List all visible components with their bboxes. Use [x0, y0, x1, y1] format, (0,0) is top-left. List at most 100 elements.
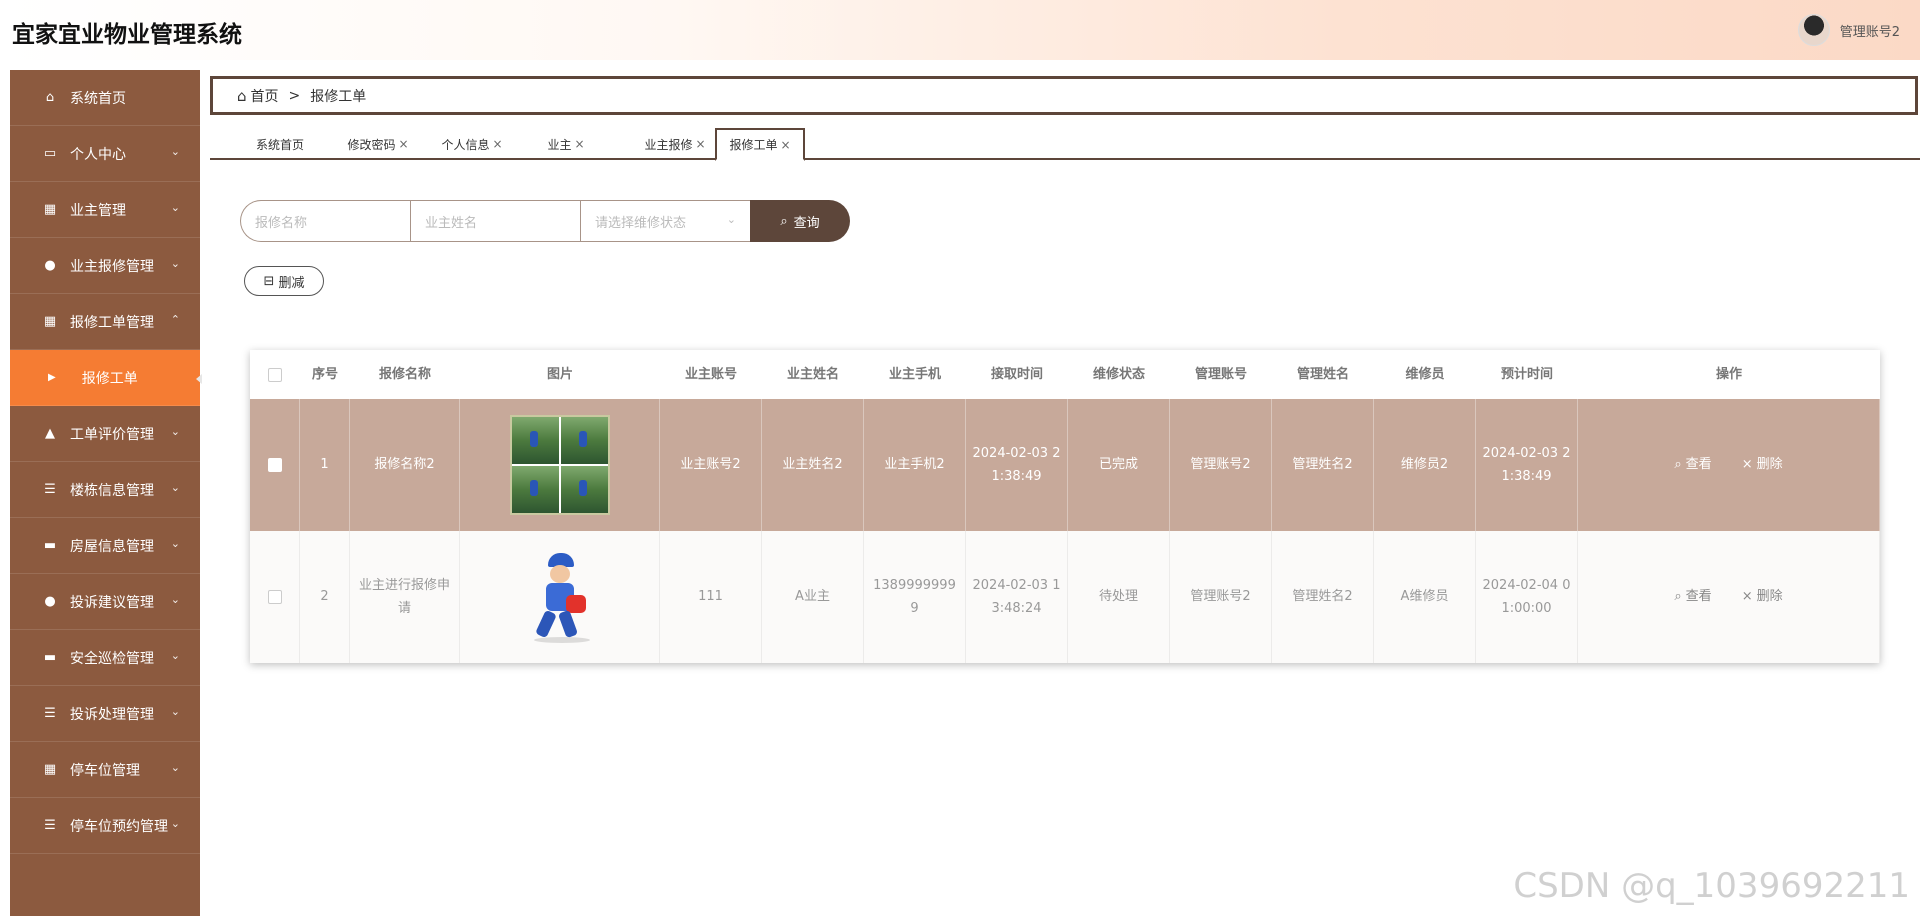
sidebar-item-7[interactable]: ☰ 楼栋信息管理 ⌄ [10, 462, 200, 518]
search-icon: ⌕ [1674, 457, 1682, 473]
close-icon[interactable]: × [574, 137, 584, 151]
cell-admin-account: 管理账号2 [1170, 531, 1272, 663]
sidebar-item-10[interactable]: ▬ 安全巡检管理 ⌄ [10, 630, 200, 686]
search-icon: ⌕ [1674, 589, 1682, 605]
cell-index: 1 [300, 399, 350, 531]
user-icon: ● [44, 594, 56, 609]
cell-status: 已完成 [1068, 399, 1170, 531]
cell-accept-time: 2024-02-03 21:38:49 [966, 399, 1068, 531]
chevron-down-icon: ⌄ [170, 537, 180, 550]
sliders-icon: ☰ [44, 706, 56, 721]
sidebar-item-5[interactable]: ▶ 报修工单 [10, 350, 202, 406]
tab-label[interactable]: 报修工单 [729, 136, 777, 153]
repair-name-input[interactable]: 报修名称 [240, 200, 410, 242]
cell-name: 业主进行报修申请 [350, 531, 460, 663]
sidebar-item-4[interactable]: ▦ 报修工单管理 ⌃ [10, 294, 200, 350]
chevron-down-icon: ⌄ [170, 593, 180, 606]
row-checkbox[interactable] [267, 590, 282, 604]
monitor-icon: ▬ [43, 650, 57, 665]
sidebar-item-8[interactable]: ▬ 房屋信息管理 ⌄ [10, 518, 200, 574]
tab-label[interactable]: 业主报修 [644, 136, 692, 153]
tab-bar: 系统首页 修改密码 × 个人信息 × 业主 × 业主报修 × 报修工单 × [210, 128, 1920, 161]
active-indicator [196, 374, 202, 384]
chevron-down-icon: ⌄ [170, 481, 180, 494]
table-row[interactable]: 1 报修名称2 业主账号2 业主姓名2 业主手机2 2024-02-03 21:38:49… [250, 399, 1880, 531]
top-header: 宜家宜业物业管理系统 管理账号2 [0, 0, 1920, 60]
sidebar-item-2[interactable]: ▦ 业主管理 ⌄ [10, 182, 200, 238]
sidebar-item-label: 系统首页 [70, 90, 126, 107]
batch-delete-button[interactable]: ⊟ 删减 [244, 266, 324, 296]
checkbox-cell [250, 399, 300, 531]
ticket-icon: ▬ [43, 538, 57, 553]
tab-label[interactable]: 业主 [547, 136, 571, 153]
tab-label[interactable]: 修改密码 [347, 136, 395, 153]
sidebar-item-label: 工单评价管理 [70, 426, 154, 443]
sidebar-item-9[interactable]: ● 投诉建议管理 ⌄ [10, 574, 200, 630]
row-checkbox[interactable] [267, 458, 282, 472]
table-row[interactable]: 2 业主进行报修申请 111 A业主 13899999999 2024-02-03 13:… [250, 531, 1880, 663]
close-icon[interactable]: × [780, 138, 790, 152]
close-icon: × [1741, 457, 1753, 473]
user-icon: ● [44, 258, 56, 273]
tab-label[interactable]: 个人信息 [441, 136, 489, 153]
sidebar-item-1[interactable]: ▭ 个人中心 ⌄ [10, 126, 200, 182]
chevron-down-icon: ⌄ [170, 425, 180, 438]
repairman-illustration[interactable] [520, 549, 600, 645]
repair-photo-thumbnail[interactable] [509, 415, 610, 515]
owner-name-input[interactable]: 业主姓名 [410, 200, 580, 242]
id-card-icon: ▭ [43, 146, 57, 161]
user-menu[interactable]: 管理账号2 [1797, 14, 1900, 46]
avatar[interactable] [1797, 14, 1830, 46]
tab-owner[interactable]: 业主 × [526, 128, 606, 160]
cell-owner-phone: 13899999999 [864, 531, 966, 663]
cell-ops: ⌕ 查看 × 删除 [1578, 531, 1880, 663]
delete-button[interactable]: × 删除 [1742, 585, 1783, 608]
cell-repairman: 维修员2 [1374, 399, 1476, 531]
close-icon[interactable]: × [398, 137, 408, 151]
sidebar-item-11[interactable]: ☰ 投诉处理管理 ⌄ [10, 686, 200, 742]
sidebar-item-label: 投诉建议管理 [70, 594, 154, 611]
sidebar-item-13[interactable]: ☰ 停车位预约管理 ⌄ [10, 798, 200, 854]
chevron-down-icon: ⌄ [170, 649, 180, 662]
cell-owner-name: A业主 [762, 531, 864, 663]
chevron-down-icon: ⌄ [170, 257, 180, 270]
cell-accept-time: 2024-02-03 13:48:24 [966, 531, 1068, 663]
illustration-part [557, 609, 578, 639]
illustration-part [533, 637, 590, 643]
column-header: 报修名称 [378, 366, 431, 382]
cell-owner-phone: 业主手机2 [864, 399, 966, 531]
tab-repair-order[interactable]: 报修工单 × [715, 128, 805, 161]
tab-personal-info[interactable]: 个人信息 × [432, 128, 512, 160]
sidebar-item-3[interactable]: ● 业主报修管理 ⌄ [10, 238, 200, 294]
select-all-checkbox[interactable] [268, 367, 282, 382]
app-title: 宜家宜业物业管理系统 [12, 22, 242, 48]
user-name[interactable]: 管理账号2 [1840, 21, 1900, 40]
sidebar-item-label: 投诉处理管理 [70, 706, 154, 723]
column-header: 序号 [311, 366, 338, 382]
cell-owner-name: 业主姓名2 [762, 399, 864, 531]
tab-owner-repair[interactable]: 业主报修 × [630, 128, 720, 160]
sidebar-item-6[interactable]: ▲ 工单评价管理 ⌄ [10, 406, 200, 462]
tab-home[interactable]: 系统首页 [240, 128, 320, 160]
close-icon[interactable]: × [492, 137, 502, 151]
tab-change-password[interactable]: 修改密码 × [338, 128, 418, 160]
photo-tile [511, 417, 559, 464]
cell-owner-account: 业主账号2 [660, 399, 762, 531]
status-select[interactable]: 请选择维修状态 ⌄ [580, 200, 750, 242]
view-button[interactable]: ⌕ 查看 [1674, 453, 1711, 476]
view-label: 查看 [1685, 457, 1712, 473]
view-button[interactable]: ⌕ 查看 [1674, 585, 1711, 608]
watermark: CSDN @q_1039692211 [1513, 866, 1910, 906]
query-button[interactable]: ⌕ 查询 [750, 200, 850, 242]
delete-button[interactable]: × 删除 [1742, 453, 1783, 476]
home-icon[interactable]: ⌂ [237, 87, 247, 105]
tab-label[interactable]: 系统首页 [256, 136, 304, 153]
breadcrumb-home[interactable]: 首页 [251, 86, 279, 106]
sidebar-item-label: 停车位预约管理 [70, 818, 168, 835]
minus-square-icon: ⊟ [263, 273, 275, 289]
close-icon[interactable]: × [695, 137, 705, 151]
query-button-label: 查询 [793, 215, 820, 231]
sidebar-item-12[interactable]: ▦ 停车位管理 ⌄ [10, 742, 200, 798]
sidebar-item-0[interactable]: ⌂ 系统首页 [10, 70, 200, 126]
photo-tile [511, 466, 559, 513]
